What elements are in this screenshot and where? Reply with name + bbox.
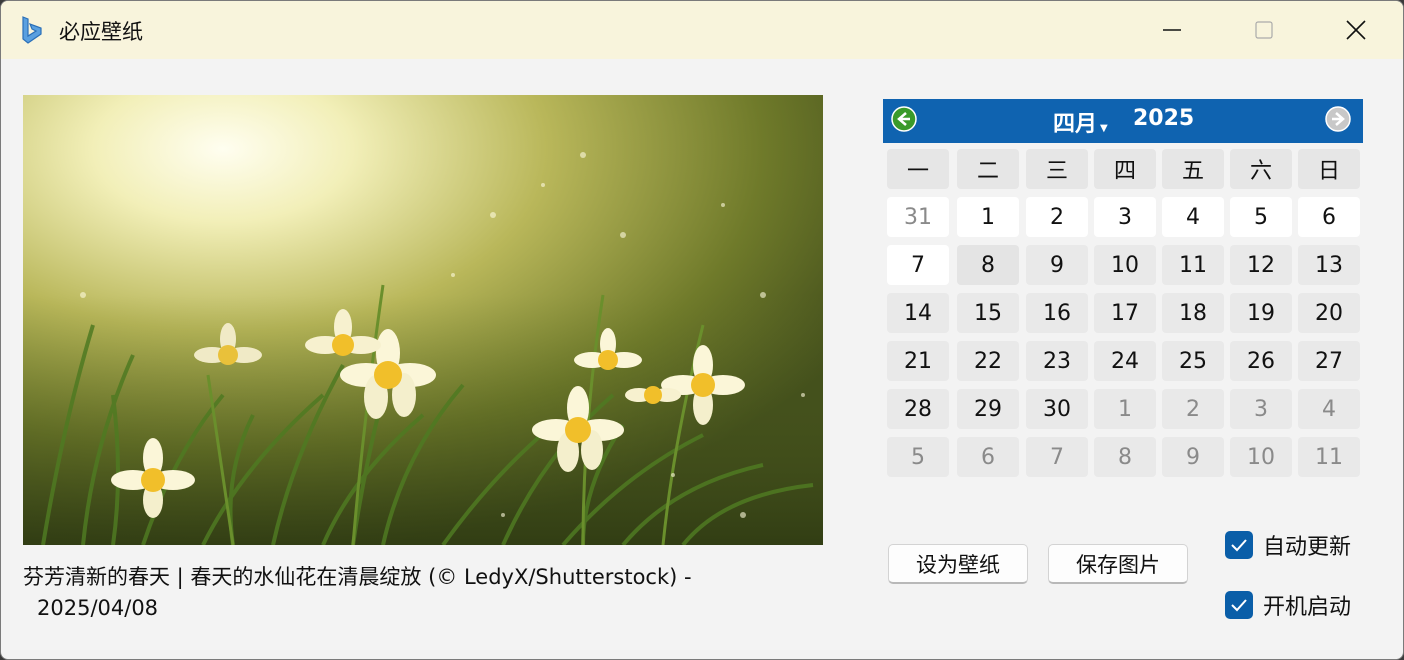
auto-update-checkbox[interactable] — [1225, 531, 1253, 559]
checkmark-icon — [1231, 599, 1247, 612]
calendar-day[interactable]: 14 — [887, 293, 949, 333]
calendar-day-other-month[interactable]: 11 — [1298, 437, 1360, 477]
calendar-day[interactable]: 11 — [1162, 245, 1224, 285]
window-title: 必应壁纸 — [59, 20, 143, 44]
minimize-icon — [1163, 29, 1181, 31]
calendar-day[interactable]: 20 — [1298, 293, 1360, 333]
startup-checkbox[interactable] — [1225, 591, 1253, 619]
calendar-day[interactable]: 23 — [1026, 341, 1088, 381]
calendar-day[interactable]: 13 — [1298, 245, 1360, 285]
auto-update-option[interactable]: 自动更新 — [1225, 529, 1351, 561]
calendar-day-other-month[interactable]: 6 — [957, 437, 1019, 477]
weekday-header: 三 — [1026, 149, 1088, 189]
bing-logo-icon — [22, 16, 42, 44]
close-icon — [1346, 20, 1366, 40]
app-window: 必应壁纸 芬芳清新的春天 | 春天的水仙花在清晨绽放 (© LedyX/Shut… — [0, 0, 1404, 660]
calendar-day[interactable]: 15 — [957, 293, 1019, 333]
weekday-header: 一 — [887, 149, 949, 189]
calendar-day[interactable]: 26 — [1230, 341, 1292, 381]
calendar-day-other-month[interactable]: 31 — [887, 197, 949, 237]
calendar-day[interactable]: 3 — [1094, 197, 1156, 237]
calendar-day[interactable]: 17 — [1094, 293, 1156, 333]
calendar-day[interactable]: 1 — [957, 197, 1019, 237]
calendar-day[interactable]: 8 — [957, 245, 1019, 285]
calendar-day[interactable]: 5 — [1230, 197, 1292, 237]
calendar-day-other-month[interactable]: 2 — [1162, 389, 1224, 429]
calendar-day[interactable]: 4 — [1162, 197, 1224, 237]
calendar-day[interactable]: 16 — [1026, 293, 1088, 333]
calendar-day[interactable]: 28 — [887, 389, 949, 429]
maximize-icon — [1255, 21, 1273, 39]
save-image-button[interactable]: 保存图片 — [1048, 544, 1188, 584]
calendar-day[interactable]: 19 — [1230, 293, 1292, 333]
calendar-day[interactable]: 10 — [1094, 245, 1156, 285]
weekday-header: 五 — [1162, 149, 1224, 189]
calendar-day[interactable]: 12 — [1230, 245, 1292, 285]
calendar-day[interactable]: 6 — [1298, 197, 1360, 237]
weekday-header: 日 — [1298, 149, 1360, 189]
calendar-header: 四月 ▼ 2025 — [883, 99, 1363, 143]
weekday-header: 二 — [957, 149, 1019, 189]
minimize-button[interactable] — [1149, 11, 1195, 49]
weekday-header: 六 — [1230, 149, 1292, 189]
calendar-day-other-month[interactable]: 4 — [1298, 389, 1360, 429]
calendar-day[interactable]: 27 — [1298, 341, 1360, 381]
month-label[interactable]: 四月 — [1053, 106, 1097, 138]
calendar-day-other-month[interactable]: 9 — [1162, 437, 1224, 477]
calendar-day[interactable]: 18 — [1162, 293, 1224, 333]
image-caption: 芬芳清新的春天 | 春天的水仙花在清晨绽放 (© LedyX/Shutterst… — [23, 562, 813, 624]
next-month-icon[interactable] — [1325, 106, 1351, 132]
title-bar[interactable]: 必应壁纸 — [1, 1, 1403, 59]
calendar-day[interactable]: 9 — [1026, 245, 1088, 285]
calendar-day-other-month[interactable]: 7 — [1026, 437, 1088, 477]
month-dropdown-icon[interactable]: ▼ — [1100, 123, 1108, 134]
wallpaper-preview — [23, 95, 823, 545]
calendar-day[interactable]: 29 — [957, 389, 1019, 429]
calendar-day[interactable]: 21 — [887, 341, 949, 381]
auto-update-label: 自动更新 — [1263, 535, 1352, 560]
calendar: 四月 ▼ 2025 一二三四五六日 31 1 2 3 4 5 6 7 8 9 10 11 12 13 14 15… — [883, 99, 1363, 479]
weekday-header: 四 — [1094, 149, 1156, 189]
prev-month-icon[interactable] — [891, 106, 917, 132]
calendar-day[interactable]: 25 — [1162, 341, 1224, 381]
calendar-day-other-month[interactable]: 10 — [1230, 437, 1292, 477]
calendar-day-other-month[interactable]: 5 — [887, 437, 949, 477]
caption-date: 2025/04/08 — [37, 596, 159, 620]
calendar-day[interactable]: 22 — [957, 341, 1019, 381]
calendar-day-other-month[interactable]: 1 — [1094, 389, 1156, 429]
calendar-grid: 一二三四五六日 31 1 2 3 4 5 6 7 8 9 10 11 12 13 14 15 16 17 18 19 20… — [883, 143, 1363, 479]
close-button[interactable] — [1333, 11, 1379, 49]
startup-label: 开机启动 — [1263, 595, 1352, 620]
calendar-day[interactable]: 7 — [887, 245, 949, 285]
calendar-day-other-month[interactable]: 3 — [1230, 389, 1292, 429]
calendar-day[interactable]: 30 — [1026, 389, 1088, 429]
calendar-day[interactable]: 24 — [1094, 341, 1156, 381]
startup-option[interactable]: 开机启动 — [1225, 589, 1351, 621]
year-label[interactable]: 2025 — [1133, 106, 1194, 131]
daffodils-image — [23, 95, 823, 545]
checkmark-icon — [1231, 539, 1247, 552]
calendar-day-other-month[interactable]: 8 — [1094, 437, 1156, 477]
caption-title: 芬芳清新的春天 | 春天的水仙花在清晨绽放 (© LedyX/Shutterst… — [23, 565, 692, 589]
maximize-button[interactable] — [1241, 11, 1287, 49]
set-wallpaper-button[interactable]: 设为壁纸 — [888, 544, 1028, 584]
calendar-day[interactable]: 2 — [1026, 197, 1088, 237]
